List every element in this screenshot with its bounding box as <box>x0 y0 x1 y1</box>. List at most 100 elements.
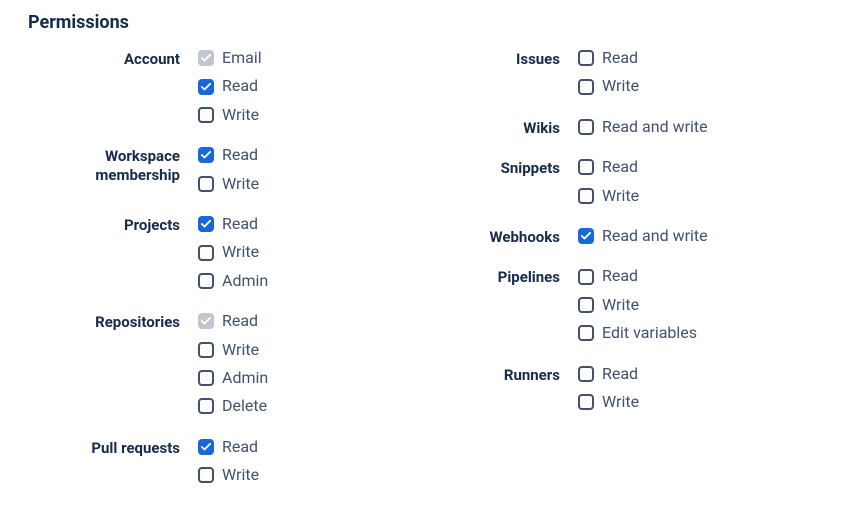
permission-option-webhooks-read-and-write: Read and write <box>578 225 708 247</box>
permission-group-webhooks: Webhooks Read and write <box>382 225 762 247</box>
permission-option-workspace-membership-read: Read <box>198 144 259 166</box>
checkbox[interactable] <box>578 79 594 95</box>
permission-option-label: Read <box>222 213 258 235</box>
permission-option-label: Read <box>602 47 638 69</box>
permission-option-label: Write <box>222 104 259 126</box>
checkbox[interactable] <box>198 439 214 455</box>
checkbox[interactable] <box>198 467 214 483</box>
checkbox <box>198 50 214 66</box>
checkbox[interactable] <box>198 216 214 232</box>
permission-option-snippets-read: Read <box>578 156 639 178</box>
permission-option-pull-requests-read: Read <box>198 436 259 458</box>
permission-option-wikis-read-and-write: Read and write <box>578 116 708 138</box>
permission-option-label: Admin <box>222 367 268 389</box>
permission-group-snippets: Snippets Read Write <box>382 156 762 207</box>
permission-option-label: Write <box>602 391 639 413</box>
permission-option-label: Email <box>222 47 262 69</box>
permission-option-label: Read <box>222 310 258 332</box>
permission-options: Read Write Admin Delete <box>198 310 268 418</box>
checkbox[interactable] <box>578 159 594 175</box>
permission-options: Email Read Write <box>198 47 262 126</box>
permission-options: Read Write Admin <box>198 213 268 292</box>
permission-group-workspace-membership: Workspace membership Read Write <box>28 144 382 195</box>
permission-option-repositories-delete: Delete <box>198 395 268 417</box>
permission-option-label: Write <box>602 294 639 316</box>
checkbox[interactable] <box>578 269 594 285</box>
checkbox[interactable] <box>578 394 594 410</box>
checkbox <box>198 313 214 329</box>
permission-option-label: Read <box>222 144 258 166</box>
permission-option-label: Read and write <box>602 225 708 247</box>
permission-group-pull-requests: Pull requests Read Write <box>28 436 382 487</box>
checkbox[interactable] <box>578 297 594 313</box>
permissions-column-right: Issues Read Write Wikis Read and write Snippe… <box>382 47 762 504</box>
permission-option-repositories-write: Write <box>198 339 268 361</box>
permission-group-label: Projects <box>28 213 198 235</box>
permission-option-repositories-read: Read <box>198 310 268 332</box>
permission-option-label: Read <box>222 436 258 458</box>
permission-option-snippets-write: Write <box>578 185 639 207</box>
permission-option-label: Write <box>602 75 639 97</box>
checkbox[interactable] <box>198 107 214 123</box>
checkbox[interactable] <box>578 119 594 135</box>
checkbox[interactable] <box>198 147 214 163</box>
permission-option-pipelines-read: Read <box>578 265 697 287</box>
permissions-container: Permissions AccountEmailReadWriteWorkspa… <box>0 0 851 504</box>
permission-option-label: Read <box>222 75 258 97</box>
checkbox[interactable] <box>578 366 594 382</box>
checkbox[interactable] <box>198 398 214 414</box>
permission-group-issues: Issues Read Write <box>382 47 762 98</box>
permission-options: Read and write <box>578 116 708 138</box>
permission-group-runners: RunnersReadWrite <box>382 363 762 414</box>
permissions-column-left: AccountEmailReadWriteWorkspace membershi… <box>28 47 382 504</box>
permission-group-label: Wikis <box>382 116 578 138</box>
permission-group-account: Account Email Read Write <box>28 47 382 126</box>
permission-option-repositories-admin: Admin <box>198 367 268 389</box>
checkbox[interactable] <box>198 370 214 386</box>
permission-group-label: Webhooks <box>382 225 578 247</box>
permission-option-account-read: Read <box>198 75 262 97</box>
permission-option-label: Delete <box>222 395 267 417</box>
permission-group-label: Snippets <box>382 156 578 178</box>
checkbox[interactable] <box>578 325 594 341</box>
permission-group-label: Workspace membership <box>28 144 198 185</box>
permission-option-projects-read: Read <box>198 213 268 235</box>
permission-option-account-email: Email <box>198 47 262 69</box>
permissions-columns: AccountEmailReadWriteWorkspace membershi… <box>28 47 851 504</box>
permission-option-projects-write: Write <box>198 241 268 263</box>
permission-option-issues-read: Read <box>578 47 639 69</box>
permission-option-pull-requests-write: Write <box>198 464 259 486</box>
permission-option-issues-write: Write <box>578 75 639 97</box>
permission-options: Read and write <box>578 225 708 247</box>
permission-option-account-write: Write <box>198 104 262 126</box>
permission-group-pipelines: PipelinesRead Write Edit variables <box>382 265 762 344</box>
permission-option-label: Read and write <box>602 116 708 138</box>
permission-group-label: Pull requests <box>28 436 198 458</box>
permission-option-projects-admin: Admin <box>198 270 268 292</box>
permission-option-pipelines-write: Write <box>578 294 697 316</box>
permission-group-label: Repositories <box>28 310 198 332</box>
permission-option-label: Write <box>222 339 259 361</box>
permission-option-label: Read <box>602 156 638 178</box>
checkbox[interactable] <box>578 228 594 244</box>
checkbox[interactable] <box>578 188 594 204</box>
permission-group-label: Account <box>28 47 198 69</box>
permission-option-pipelines-edit-variables: Edit variables <box>578 322 697 344</box>
permission-group-projects: Projects Read Write Admin <box>28 213 382 292</box>
permission-options: ReadWrite <box>578 363 639 414</box>
permission-options: Read Write <box>578 156 639 207</box>
permission-group-label: Issues <box>382 47 578 69</box>
checkbox[interactable] <box>198 342 214 358</box>
checkbox[interactable] <box>578 50 594 66</box>
permission-option-label: Admin <box>222 270 268 292</box>
permission-option-label: Write <box>222 173 259 195</box>
permission-options: Read Write Edit variables <box>578 265 697 344</box>
checkbox[interactable] <box>198 176 214 192</box>
checkbox[interactable] <box>198 245 214 261</box>
permission-option-workspace-membership-write: Write <box>198 173 259 195</box>
checkbox[interactable] <box>198 273 214 289</box>
checkbox[interactable] <box>198 79 214 95</box>
permission-options: Read Write <box>578 47 639 98</box>
permission-group-label: Pipelines <box>382 265 578 287</box>
permission-option-label: Write <box>222 464 259 486</box>
